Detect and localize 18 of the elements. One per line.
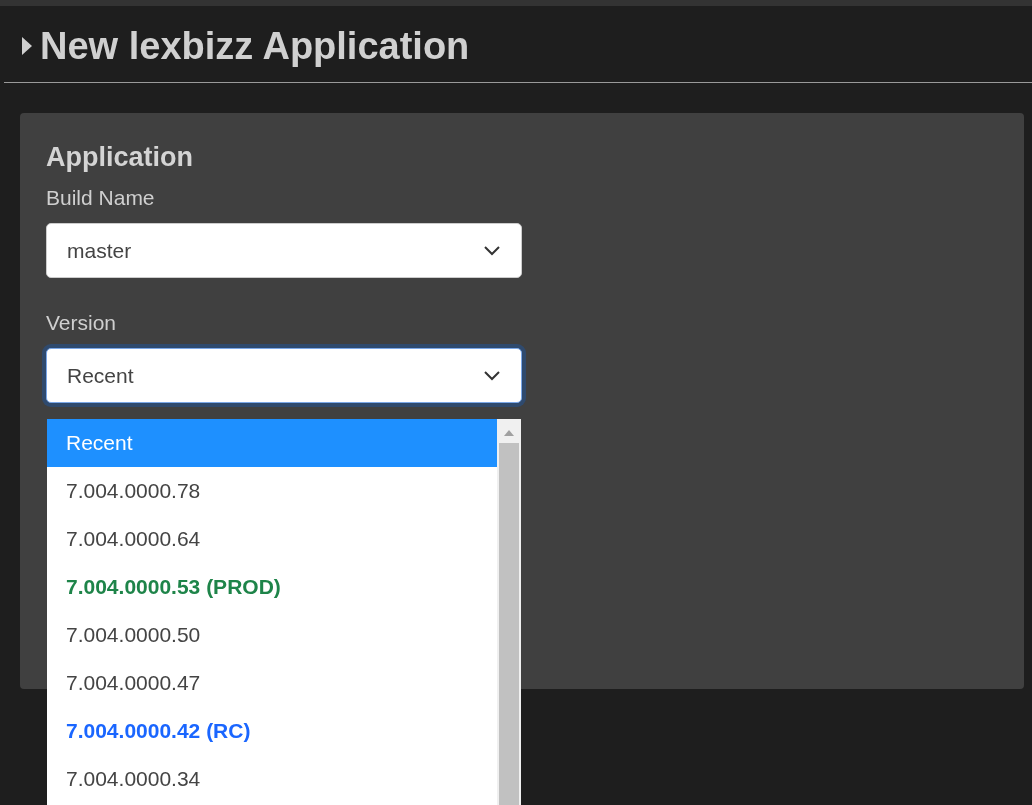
field-label: Version	[46, 310, 117, 336]
dropdown-option[interactable]: 7.004.0000.53 (PROD)	[47, 563, 497, 611]
scroll-up-icon[interactable]	[503, 429, 515, 437]
dropdown-option[interactable]: 7.004.0000.42 (RC)	[47, 707, 497, 755]
dropdown-option[interactable]: 7.004.0000.47	[47, 659, 497, 707]
dropdown-option[interactable]: 7.004.0000.34	[47, 755, 497, 803]
caret-icon[interactable]	[20, 35, 34, 57]
dropdown-option[interactable]: 7.004.0000.50	[47, 611, 497, 659]
field-label: Build Name	[46, 185, 155, 211]
dropdown-option[interactable]: 7.004.0000.78	[47, 467, 497, 515]
scrollbar[interactable]	[497, 419, 521, 805]
select-field[interactable]: master	[46, 223, 522, 278]
dropdown-option[interactable]: 7.004.0000.64	[47, 515, 497, 563]
page-title: New lexbizz Application	[40, 24, 470, 68]
chevron-down-icon	[483, 369, 501, 382]
chevron-down-icon	[483, 244, 501, 257]
section-title: Application	[46, 141, 194, 174]
scrollbar-thumb[interactable]	[499, 443, 519, 805]
